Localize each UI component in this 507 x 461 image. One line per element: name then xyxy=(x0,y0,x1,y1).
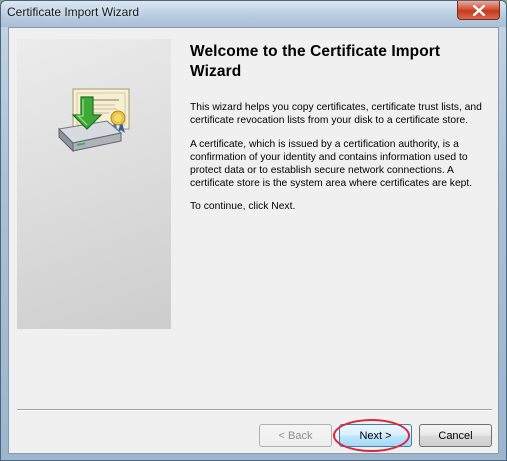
wizard-continue-instruction: To continue, click Next. xyxy=(190,201,296,213)
wizard-side-panel xyxy=(17,39,171,329)
cancel-button[interactable]: Cancel xyxy=(419,424,492,447)
window-title: Certificate Import Wizard xyxy=(7,5,140,19)
wizard-intro-paragraph: This wizard helps you copy certificates,… xyxy=(190,102,482,126)
certificate-import-wizard-window: Certificate Import Wizard Welcome to the… xyxy=(0,0,507,461)
close-icon xyxy=(472,4,485,16)
wizard-client-area: Welcome to the Certificate Import Wizard… xyxy=(8,27,499,454)
next-button-highlight xyxy=(333,419,410,452)
back-button[interactable]: < Back xyxy=(259,424,332,447)
wizard-certificate-description: A certificate, which is issued by a cert… xyxy=(190,138,473,189)
close-button[interactable] xyxy=(457,1,500,20)
certificate-import-icon xyxy=(51,83,137,160)
title-bar[interactable]: Certificate Import Wizard xyxy=(1,1,506,27)
wizard-heading: Welcome to the Certificate Import Wizard xyxy=(190,43,441,80)
wizard-content: Welcome to the Certificate Import Wizard… xyxy=(190,42,486,225)
button-separator xyxy=(17,409,492,411)
